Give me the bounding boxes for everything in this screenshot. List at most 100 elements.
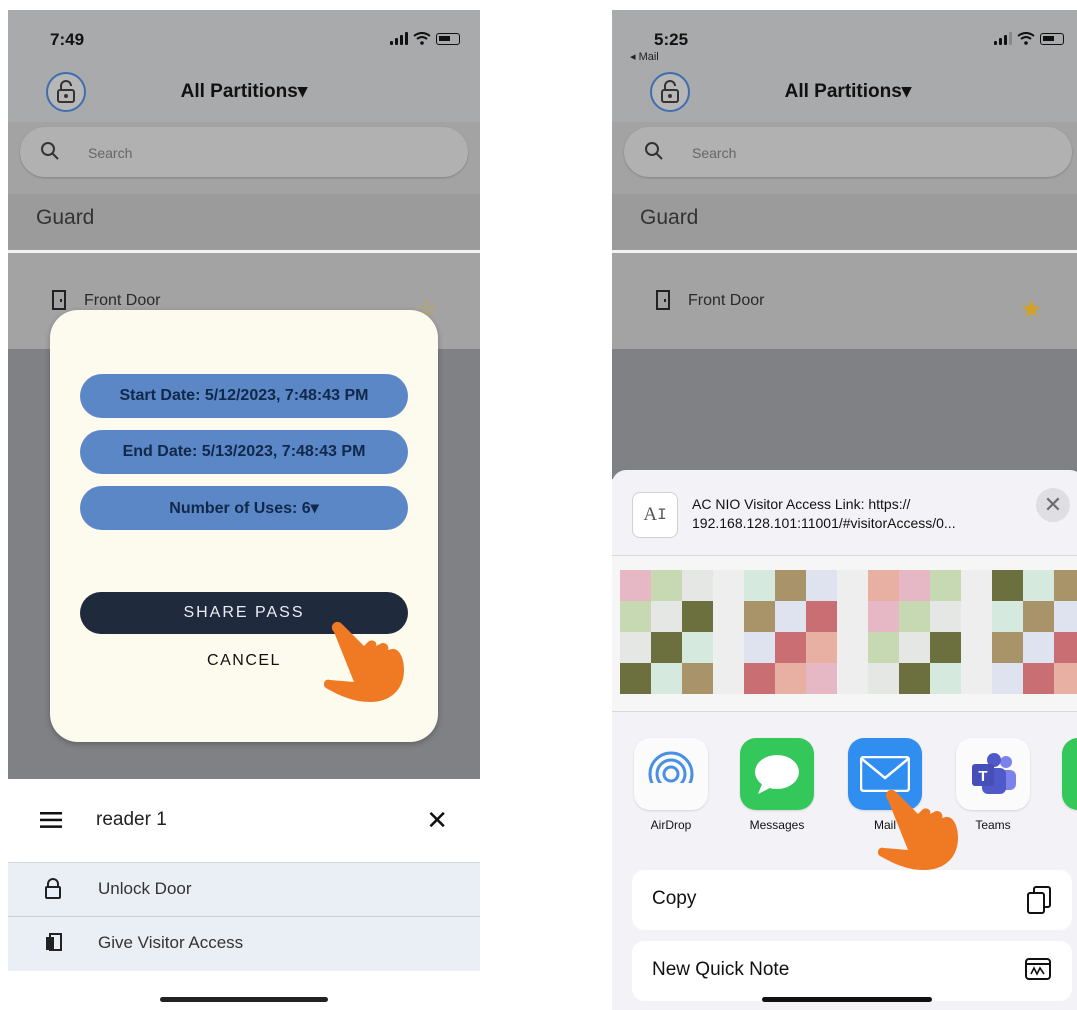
unlock-badge-icon[interactable] — [650, 72, 690, 112]
blurred-contact-pixel — [1054, 570, 1077, 601]
blurred-contact-pixel — [899, 632, 930, 663]
phone-screen-right: 5:25 ◂ Mail All Partitions▾ Search Guard… — [612, 10, 1077, 1010]
blurred-contact-pixel — [1023, 601, 1054, 632]
new-quick-note-action[interactable]: New Quick Note — [632, 941, 1072, 1001]
home-indicator — [160, 997, 328, 1002]
unlock-badge-icon[interactable] — [46, 72, 86, 112]
blurred-contact-pixel — [620, 663, 651, 694]
text-document-icon: AI — [632, 492, 678, 538]
blurred-contact-pixel — [744, 632, 775, 663]
copy-action[interactable]: Copy — [632, 870, 1072, 930]
suggested-contacts-blurred[interactable] — [612, 556, 1077, 712]
app-icon — [1062, 738, 1077, 810]
blurred-contact-pixel — [682, 632, 713, 663]
pointer-hand-icon — [877, 789, 958, 870]
blurred-contact-pixel — [899, 570, 930, 601]
share-app-messages[interactable]: Messages — [740, 738, 814, 832]
blurred-contact-pixel — [651, 601, 682, 632]
favorite-star-filled-icon[interactable]: ★ — [1020, 295, 1042, 324]
signal-icon — [390, 32, 408, 45]
sheet-item-unlock-door[interactable]: Unlock Door — [8, 863, 480, 917]
blurred-contact-pixel — [868, 663, 899, 694]
start-date-button[interactable]: Start Date: 5/12/2023, 7:48:43 PM — [80, 374, 408, 418]
close-icon[interactable]: ✕ — [426, 805, 448, 836]
blurred-contact-pixel — [713, 570, 744, 601]
search-input[interactable]: Search — [20, 127, 468, 177]
blurred-contact-pixel — [1054, 663, 1077, 694]
svg-text:T: T — [978, 768, 987, 785]
sheet-item-label: Give Visitor Access — [98, 933, 244, 952]
wifi-icon — [413, 32, 431, 45]
blurred-contact-pixel — [620, 570, 651, 601]
door-label: Front Door — [84, 292, 161, 309]
visitor-door-icon — [46, 933, 62, 951]
blurred-contact-pixel — [930, 570, 961, 601]
blurred-contact-pixel — [775, 663, 806, 694]
lock-icon — [45, 878, 61, 899]
blurred-contact-pixel — [992, 663, 1023, 694]
blurred-contact-pixel — [806, 570, 837, 601]
search-icon — [41, 142, 59, 160]
blurred-contact-pixel — [837, 570, 868, 601]
quick-note-icon — [1025, 958, 1051, 980]
blurred-contact-pixel — [992, 570, 1023, 601]
sheet-header: reader 1 ✕ — [8, 779, 480, 863]
share-app-airdrop[interactable]: AirDrop — [634, 738, 708, 832]
sheet-item-label: Unlock Door — [98, 879, 192, 898]
blurred-contact-pixel — [899, 601, 930, 632]
bottom-sheet: reader 1 ✕ Unlock Door Give Visitor Acce… — [8, 779, 480, 1010]
blurred-contact-pixel — [713, 663, 744, 694]
blurred-contact-pixel — [837, 663, 868, 694]
blurred-contact-pixel — [806, 632, 837, 663]
shared-link-preview: AI AC NIO Visitor Access Link: https:// … — [612, 470, 1077, 556]
app-label: Messages — [749, 818, 805, 832]
door-label: Front Door — [688, 292, 765, 309]
section-title: Guard — [612, 194, 1077, 250]
back-to-mail-link[interactable]: ◂ Mail — [630, 50, 659, 63]
blurred-contact-pixel — [620, 632, 651, 663]
blurred-contact-pixel — [961, 570, 992, 601]
blurred-contact-pixel — [806, 601, 837, 632]
status-time: 5:25 — [654, 30, 689, 49]
blurred-contact-pixel — [1054, 601, 1077, 632]
sheet-title: reader 1 — [96, 809, 167, 830]
link-title: AC NIO Visitor Access Link: https:// — [692, 496, 911, 512]
end-date-button[interactable]: End Date: 5/13/2023, 7:48:43 PM — [80, 430, 408, 474]
blurred-contact-pixel — [713, 632, 744, 663]
blurred-contact-pixel — [1023, 632, 1054, 663]
blurred-contact-pixel — [682, 601, 713, 632]
share-sheet: AI AC NIO Visitor Access Link: https:// … — [612, 470, 1077, 1010]
copy-icon — [1027, 886, 1051, 914]
blurred-contact-pixel — [992, 601, 1023, 632]
blurred-contact-pixel — [806, 663, 837, 694]
door-row[interactable]: Front Door ★ — [612, 253, 1077, 349]
hamburger-menu-icon[interactable] — [40, 812, 62, 828]
blurred-contact-pixel — [1054, 632, 1077, 663]
blurred-contact-pixel — [775, 601, 806, 632]
search-placeholder: Search — [88, 145, 133, 161]
share-app-more[interactable] — [1062, 738, 1077, 810]
search-placeholder: Search — [692, 145, 737, 161]
status-bar: 5:25 ◂ Mail — [612, 10, 1077, 70]
status-bar: 7:49 — [8, 10, 480, 70]
blurred-contact-pixel — [744, 601, 775, 632]
search-input[interactable]: Search — [624, 127, 1072, 177]
search-icon — [645, 142, 663, 160]
status-time: 7:49 — [50, 30, 85, 49]
sheet-item-give-visitor-access[interactable]: Give Visitor Access — [8, 917, 480, 971]
blurred-contact-pixel — [837, 601, 868, 632]
link-url: 192.168.128.101:11001/#visitorAccess/0..… — [692, 515, 956, 531]
blurred-contact-pixel — [961, 601, 992, 632]
action-label: New Quick Note — [652, 959, 790, 980]
number-of-uses-select[interactable]: Number of Uses: 6▾ — [80, 486, 408, 530]
blurred-contact-pixel — [1023, 663, 1054, 694]
action-label: Copy — [652, 888, 697, 909]
app-header: All Partitions▾ — [612, 70, 1077, 122]
blurred-contact-pixel — [620, 601, 651, 632]
close-icon[interactable]: ✕ — [1036, 488, 1070, 522]
blurred-contact-pixel — [930, 601, 961, 632]
blurred-contact-pixel — [775, 570, 806, 601]
blurred-contact-pixel — [868, 570, 899, 601]
share-apps-row: AirDrop Messages Mail T Teams — [612, 738, 1077, 838]
airdrop-icon — [634, 738, 708, 810]
